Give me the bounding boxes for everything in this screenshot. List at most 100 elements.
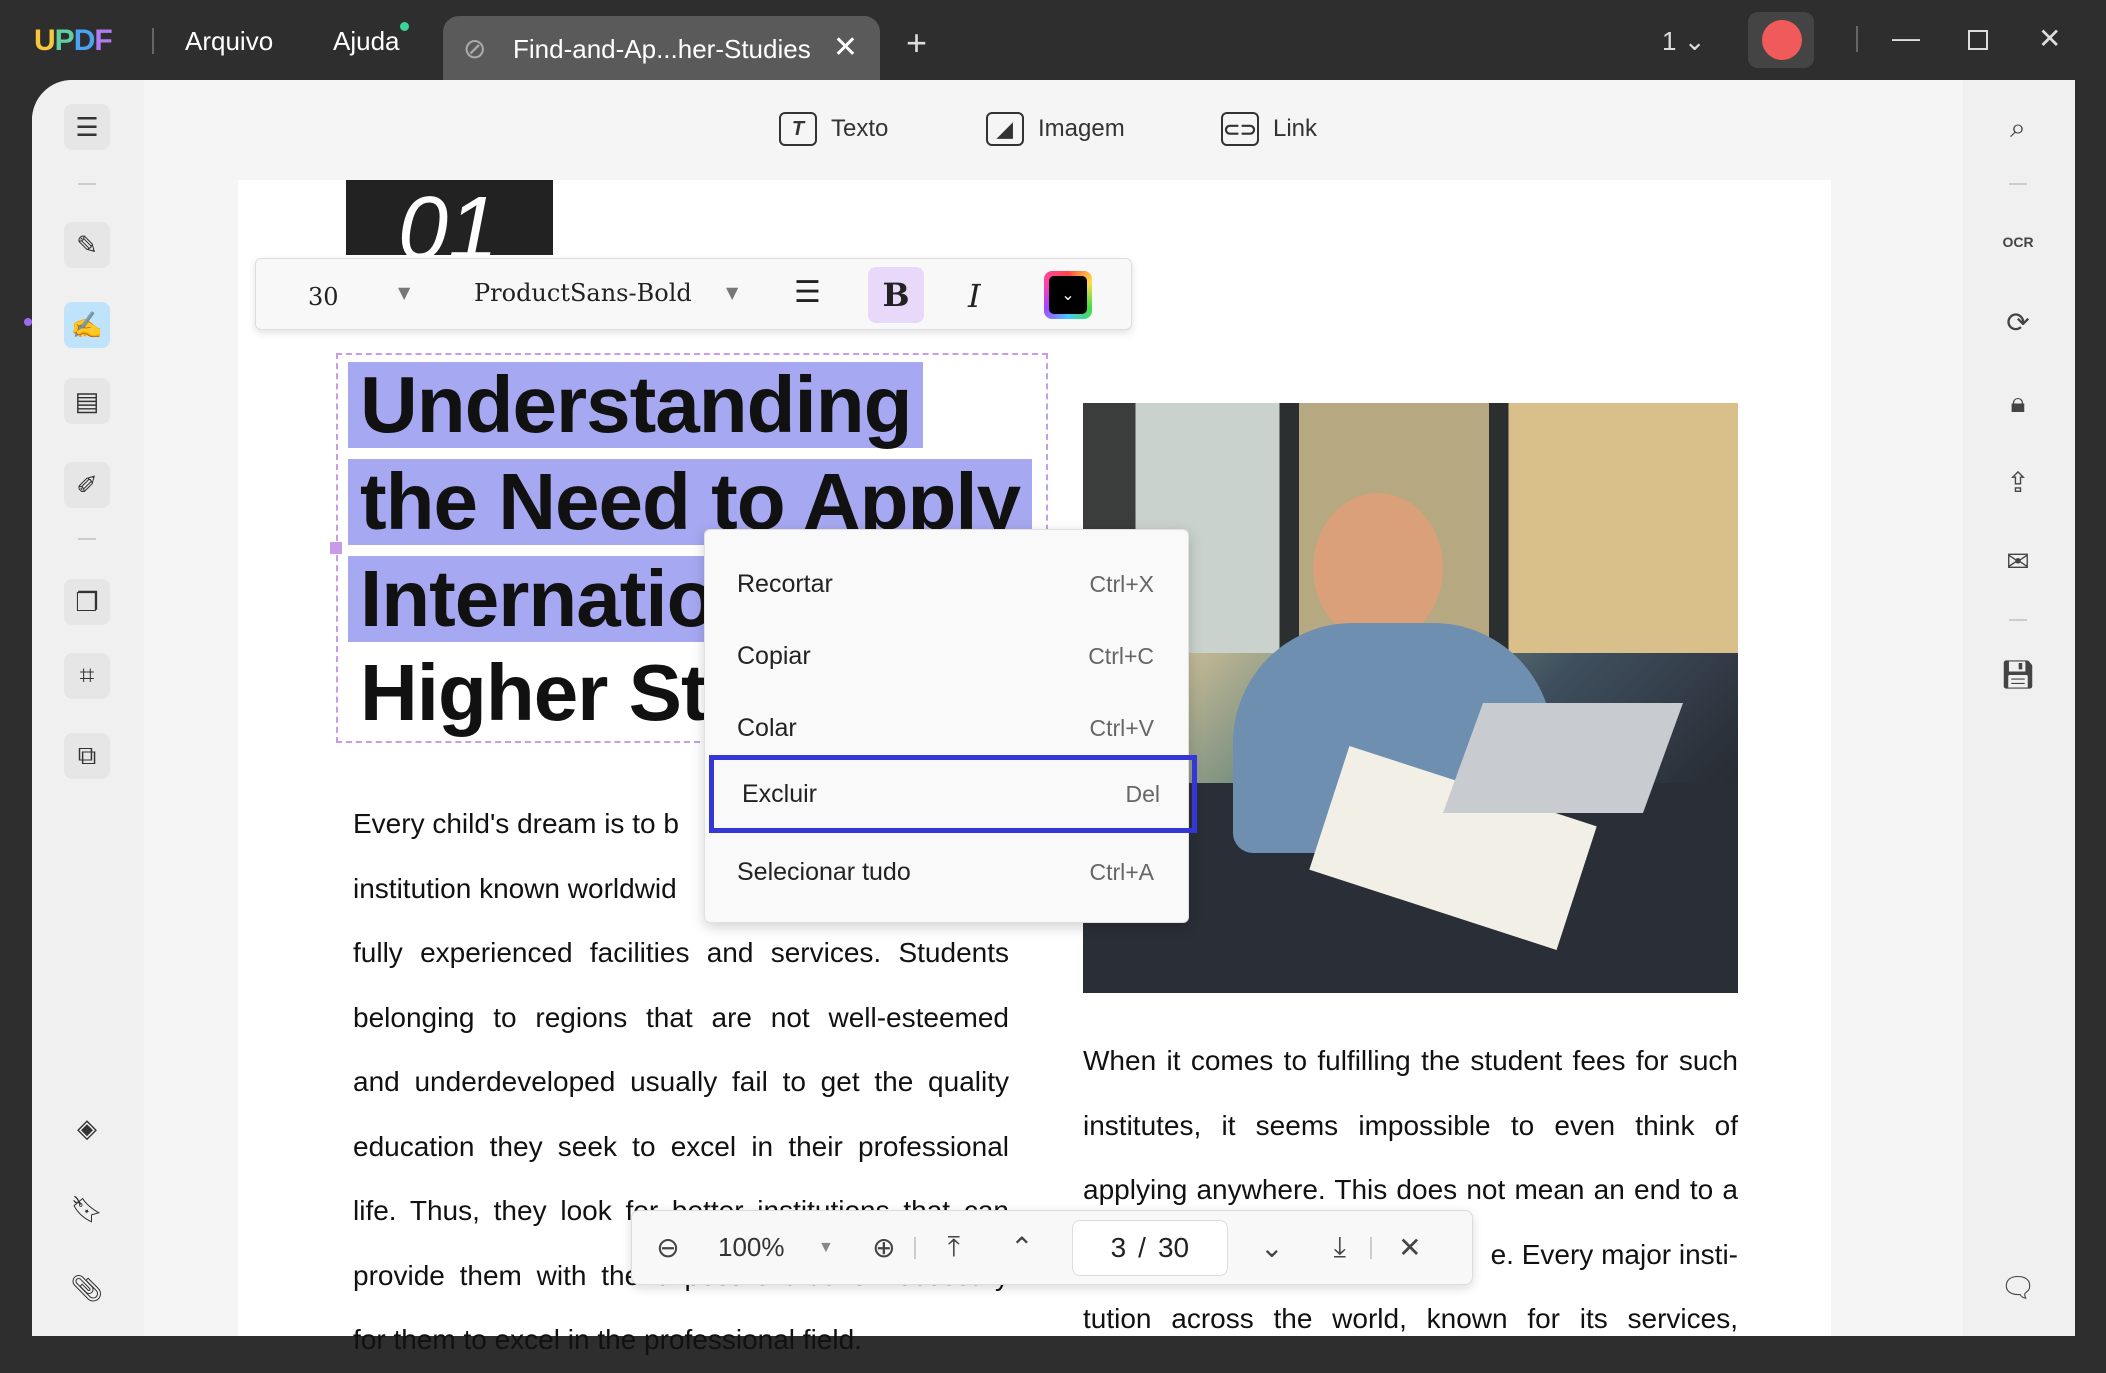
heading-line[interactable]: Understanding <box>348 362 924 448</box>
divider <box>2009 619 2027 621</box>
zoom-in-icon[interactable]: ⊕ <box>854 1218 914 1278</box>
avatar <box>1762 20 1802 60</box>
sign-icon[interactable]: ✐ <box>64 462 110 508</box>
close-navigation-icon[interactable]: ✕ <box>1380 1218 1440 1278</box>
divider <box>152 28 154 54</box>
zoom-dropdown-icon[interactable]: ▼ <box>818 1239 834 1257</box>
heading-line[interactable]: Internatio <box>348 556 727 642</box>
text-line: institutes, it seems impossible to even … <box>1083 1109 1738 1141</box>
resize-handle[interactable] <box>330 542 342 554</box>
menu-item-recortar[interactable]: Recortar Ctrl+X <box>709 548 1186 620</box>
menu-shortcut: Ctrl+C <box>1088 642 1154 669</box>
share-icon[interactable]: ⇪ <box>1995 459 2041 505</box>
crop-icon[interactable]: ⌗ <box>64 653 110 699</box>
menu-item-copiar[interactable]: Copiar Ctrl+C <box>709 620 1186 692</box>
total-pages: 30 <box>1157 1231 1190 1263</box>
image-icon: ◢ <box>986 112 1024 146</box>
avatar-button[interactable] <box>1748 12 1814 68</box>
menu-shortcut: Ctrl+X <box>1089 570 1154 597</box>
document-tab[interactable]: ⊘ Find-and-Ap...her-Studies ✕ <box>443 16 880 80</box>
ocr-icon[interactable]: OCR <box>1995 219 2041 265</box>
protect-icon[interactable]: 🔒︎ <box>1995 380 2041 426</box>
tool-label: Texto <box>831 115 889 142</box>
menu-item-colar[interactable]: Colar Ctrl+V <box>709 692 1186 764</box>
new-tab-button[interactable]: + <box>906 22 927 64</box>
attachment-icon[interactable]: 📎︎ <box>64 1265 110 1311</box>
menu-label: Selecionar tudo <box>737 857 911 886</box>
close-tab-icon[interactable]: ✕ <box>833 30 858 65</box>
menu-label: Colar <box>737 713 797 742</box>
text-icon: T <box>779 112 817 146</box>
watermark-icon[interactable]: ⧉ <box>64 733 110 779</box>
font-dropdown-icon[interactable]: ▼ <box>726 283 738 302</box>
body-text-right: When it comes to fulfilling the student … <box>1083 1029 1738 1352</box>
chevron-down-icon: ⌄ <box>1683 26 1706 56</box>
comment-icon[interactable]: 🗨︎ <box>1995 1264 2041 1310</box>
close-window-button[interactable]: ✕ <box>2038 22 2061 55</box>
last-page-icon[interactable]: ⤓ <box>1310 1218 1370 1278</box>
link-icon: ⊂⊃ <box>1221 112 1259 146</box>
divider <box>2009 183 2027 185</box>
divider <box>1856 26 1858 52</box>
text-line: and underdeveloped usually fail to get t… <box>353 1066 1009 1097</box>
page-navigation-bar: ⊖ 100% ▼ ⊕ ⤒ ⌃ 3 / 30 ⌄ ⤓ ✕ <box>631 1210 1473 1285</box>
menu-ajuda[interactable]: Ajuda <box>333 26 400 57</box>
laptop <box>1442 703 1684 813</box>
tool-texto[interactable]: T Texto <box>779 112 888 146</box>
highlighter-icon[interactable]: ✎ <box>64 222 110 268</box>
text-line: belonging to regions that are not well-e… <box>353 1001 1009 1033</box>
menu-label: Recortar <box>737 569 833 598</box>
menu-arquivo[interactable]: Arquivo <box>185 26 273 57</box>
current-page: 3 <box>1110 1231 1127 1263</box>
save-icon[interactable]: 💾︎ <box>1995 651 2041 697</box>
layers-icon[interactable]: ◈ <box>64 1105 110 1151</box>
page-indicator[interactable]: 1 ⌄ <box>1662 26 1706 57</box>
chevron-down-icon: ⌄ <box>1049 276 1087 314</box>
convert-icon[interactable]: ⟳ <box>1995 299 2041 345</box>
divider <box>78 183 96 185</box>
align-left-icon[interactable]: ☰ <box>794 275 821 310</box>
zoom-out-icon[interactable]: ⊖ <box>638 1218 698 1278</box>
chapter-number: 01 <box>346 180 553 255</box>
text-line: for them to excel in the professional fi… <box>353 1324 862 1355</box>
menu-item-selecionar-tudo[interactable]: Selecionar tudo Ctrl+A <box>709 836 1186 908</box>
edit-pdf-icon[interactable]: ✍ <box>64 302 110 348</box>
menu-label: Excluir <box>742 779 818 808</box>
bold-button[interactable]: B <box>868 267 924 323</box>
notification-dot <box>400 22 409 31</box>
tool-label: Link <box>1273 115 1318 142</box>
text-line: tution across the world, known for its s… <box>1083 1303 1738 1334</box>
menu-shortcut: Ctrl+A <box>1089 858 1154 885</box>
reader-icon[interactable]: ☰ <box>64 104 110 150</box>
tool-link[interactable]: ⊂⊃ Link <box>1221 112 1317 146</box>
next-page-icon[interactable]: ⌄ <box>1242 1218 1302 1278</box>
edit-off-icon: ⊘ <box>463 33 487 64</box>
text-line: When it comes to fulfilling the student … <box>1083 1045 1738 1076</box>
menu-shortcut: Del <box>1125 780 1160 807</box>
text-line: fully experienced facilities and service… <box>353 937 1009 968</box>
form-icon[interactable]: ▤ <box>64 378 110 424</box>
color-picker-button[interactable]: ⌄ <box>1044 271 1092 319</box>
menu-item-excluir[interactable]: Excluir Del <box>709 755 1197 833</box>
font-name-value[interactable]: ProductSans-Bold <box>474 279 692 307</box>
tool-imagem[interactable]: ◢ Imagem <box>986 112 1125 146</box>
divider <box>1369 1236 1372 1259</box>
font-size-dropdown-icon[interactable]: ▼ <box>398 283 410 302</box>
page-separator: / <box>1138 1231 1146 1263</box>
zoom-level[interactable]: 100% <box>718 1232 788 1263</box>
text-line: education they seek to excel in their pr… <box>353 1130 1009 1162</box>
first-page-icon[interactable]: ⤒ <box>924 1218 984 1278</box>
minimize-button[interactable]: — <box>1892 22 1920 54</box>
italic-button[interactable]: I <box>968 277 981 315</box>
search-icon[interactable]: ⌕ <box>1995 105 2041 151</box>
menu-label: Copiar <box>737 641 811 670</box>
font-size-value[interactable]: 30 <box>308 283 339 311</box>
organize-pages-icon[interactable]: ❐ <box>64 579 110 625</box>
person-head <box>1313 493 1443 643</box>
previous-page-icon[interactable]: ⌃ <box>992 1218 1052 1278</box>
email-icon[interactable]: ✉ <box>1995 538 2041 584</box>
right-sidebar <box>1963 80 2075 1336</box>
bookmark-icon[interactable]: 🔖︎ <box>64 1186 110 1232</box>
page-number-input[interactable]: 3 / 30 <box>1071 1219 1228 1276</box>
maximize-button[interactable] <box>1968 30 1988 50</box>
